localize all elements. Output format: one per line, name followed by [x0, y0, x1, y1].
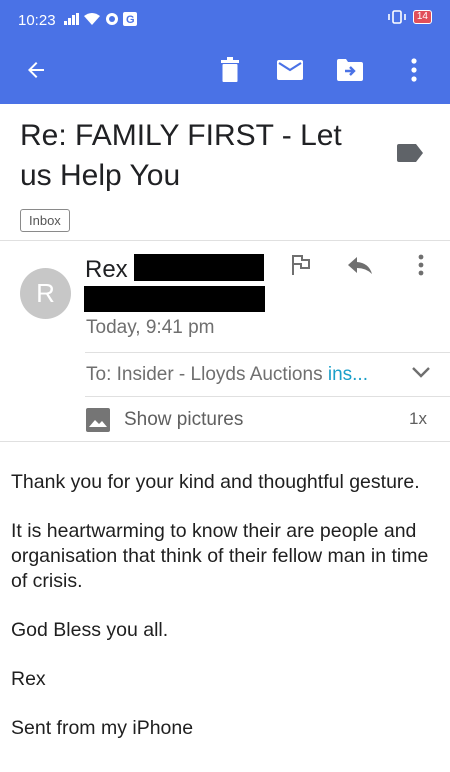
status-icons: G — [64, 12, 137, 26]
delete-button[interactable] — [206, 36, 254, 104]
chevron-down-icon — [412, 367, 430, 378]
label-icon — [397, 144, 423, 162]
reply-button[interactable] — [343, 248, 377, 282]
trash-icon — [221, 57, 239, 82]
sender-time: Today, 9:41 pm — [86, 317, 215, 338]
redacted-sender-email — [134, 254, 264, 281]
sender-name[interactable]: Rex — [85, 256, 128, 284]
google-icon: G — [123, 12, 137, 26]
battery-indicator: 14 — [412, 10, 432, 24]
svg-text:G: G — [126, 14, 135, 26]
label-button[interactable] — [397, 144, 423, 167]
vibrate-icon — [388, 10, 406, 24]
body-paragraph: Thank you for your kind and thoughtful g… — [11, 471, 420, 493]
recipients-divider — [85, 396, 450, 397]
status-time: 10:23 — [18, 12, 56, 29]
recipients-line[interactable]: To: Insider - Lloyds Auctions ins... — [86, 364, 368, 386]
arrow-left-icon — [28, 62, 44, 78]
recipients-prefix: To: Insider - Lloyds Auctions — [86, 364, 323, 385]
more-options-button[interactable] — [390, 36, 438, 104]
email-subject: Re: FAMILY FIRST - Let us Help You — [20, 119, 342, 192]
zoom-label[interactable]: 1x — [409, 409, 427, 429]
email-body: Thank you for your kind and thoughtful g… — [11, 470, 431, 765]
body-signature: Rex — [11, 668, 46, 690]
header-divider — [0, 240, 450, 241]
folder-label-chip[interactable]: Inbox — [20, 209, 70, 232]
expand-details-button[interactable] — [406, 360, 436, 384]
vpn-icon — [106, 13, 118, 25]
back-button[interactable] — [12, 36, 60, 104]
redacted-sender-address — [84, 286, 265, 312]
more-vert-icon — [411, 58, 417, 82]
toolbar — [0, 36, 450, 104]
move-to-folder-icon — [337, 59, 363, 81]
mark-unread-button[interactable] — [266, 36, 314, 104]
body-footer: Sent from my iPhone — [11, 717, 194, 739]
reply-icon — [348, 257, 372, 274]
signal-icon — [64, 13, 79, 25]
image-icon — [86, 408, 110, 432]
flag-icon — [292, 255, 310, 275]
wifi-icon — [84, 13, 100, 25]
flag-button[interactable] — [284, 248, 318, 282]
body-divider — [0, 441, 450, 442]
more-vert-icon — [418, 254, 424, 276]
move-button[interactable] — [326, 36, 374, 104]
show-pictures-button[interactable]: Show pictures — [86, 405, 243, 435]
details-divider — [85, 352, 450, 353]
status-right: 14 — [387, 10, 432, 24]
avatar-initial: R — [36, 278, 55, 308]
show-pictures-label: Show pictures — [124, 409, 244, 430]
recipients-address[interactable]: ins... — [328, 364, 368, 385]
body-paragraph: God Bless you all. — [11, 619, 169, 641]
mail-icon — [277, 60, 303, 80]
status-bar: 10:23 G 14 — [0, 0, 450, 36]
body-paragraph: It is heartwarming to know their are peo… — [11, 520, 429, 592]
message-more-button[interactable] — [404, 248, 438, 282]
avatar[interactable]: R — [20, 268, 71, 319]
